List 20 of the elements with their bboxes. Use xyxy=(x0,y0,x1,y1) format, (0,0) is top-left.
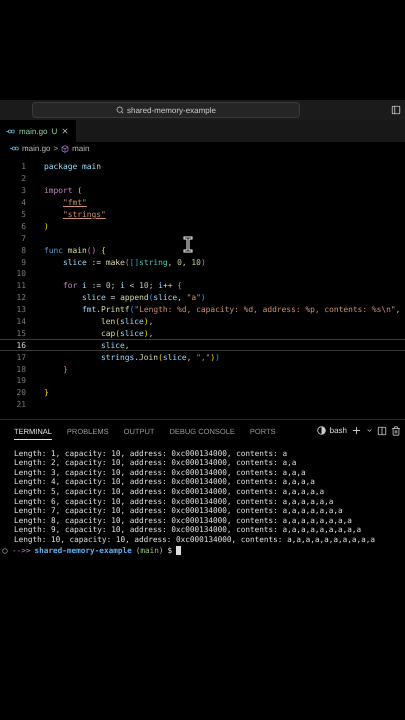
go-file-icon xyxy=(10,146,19,151)
split-icon[interactable] xyxy=(377,426,387,436)
text-cursor xyxy=(176,546,182,556)
layout-icon[interactable] xyxy=(391,105,401,115)
breadcrumb-separator: > xyxy=(53,144,58,153)
terminal-icon xyxy=(316,426,326,436)
breadcrumb-item[interactable]: main.go xyxy=(22,144,50,153)
shell-name[interactable]: bash xyxy=(330,426,347,436)
trash-icon[interactable] xyxy=(391,426,401,436)
search-field[interactable]: shared-memory-example xyxy=(32,102,300,118)
add-icon[interactable] xyxy=(351,425,362,436)
text-cursor-icon xyxy=(183,236,193,253)
search-icon xyxy=(116,106,124,114)
cube-icon xyxy=(61,144,70,152)
editor-tab[interactable]: main.go U xyxy=(0,120,76,142)
breadcrumb-item[interactable]: main xyxy=(72,144,90,153)
go-file-icon xyxy=(6,128,15,134)
close-icon[interactable] xyxy=(61,127,70,135)
status-circle-icon xyxy=(2,548,8,554)
chevron-icon[interactable] xyxy=(366,427,373,434)
